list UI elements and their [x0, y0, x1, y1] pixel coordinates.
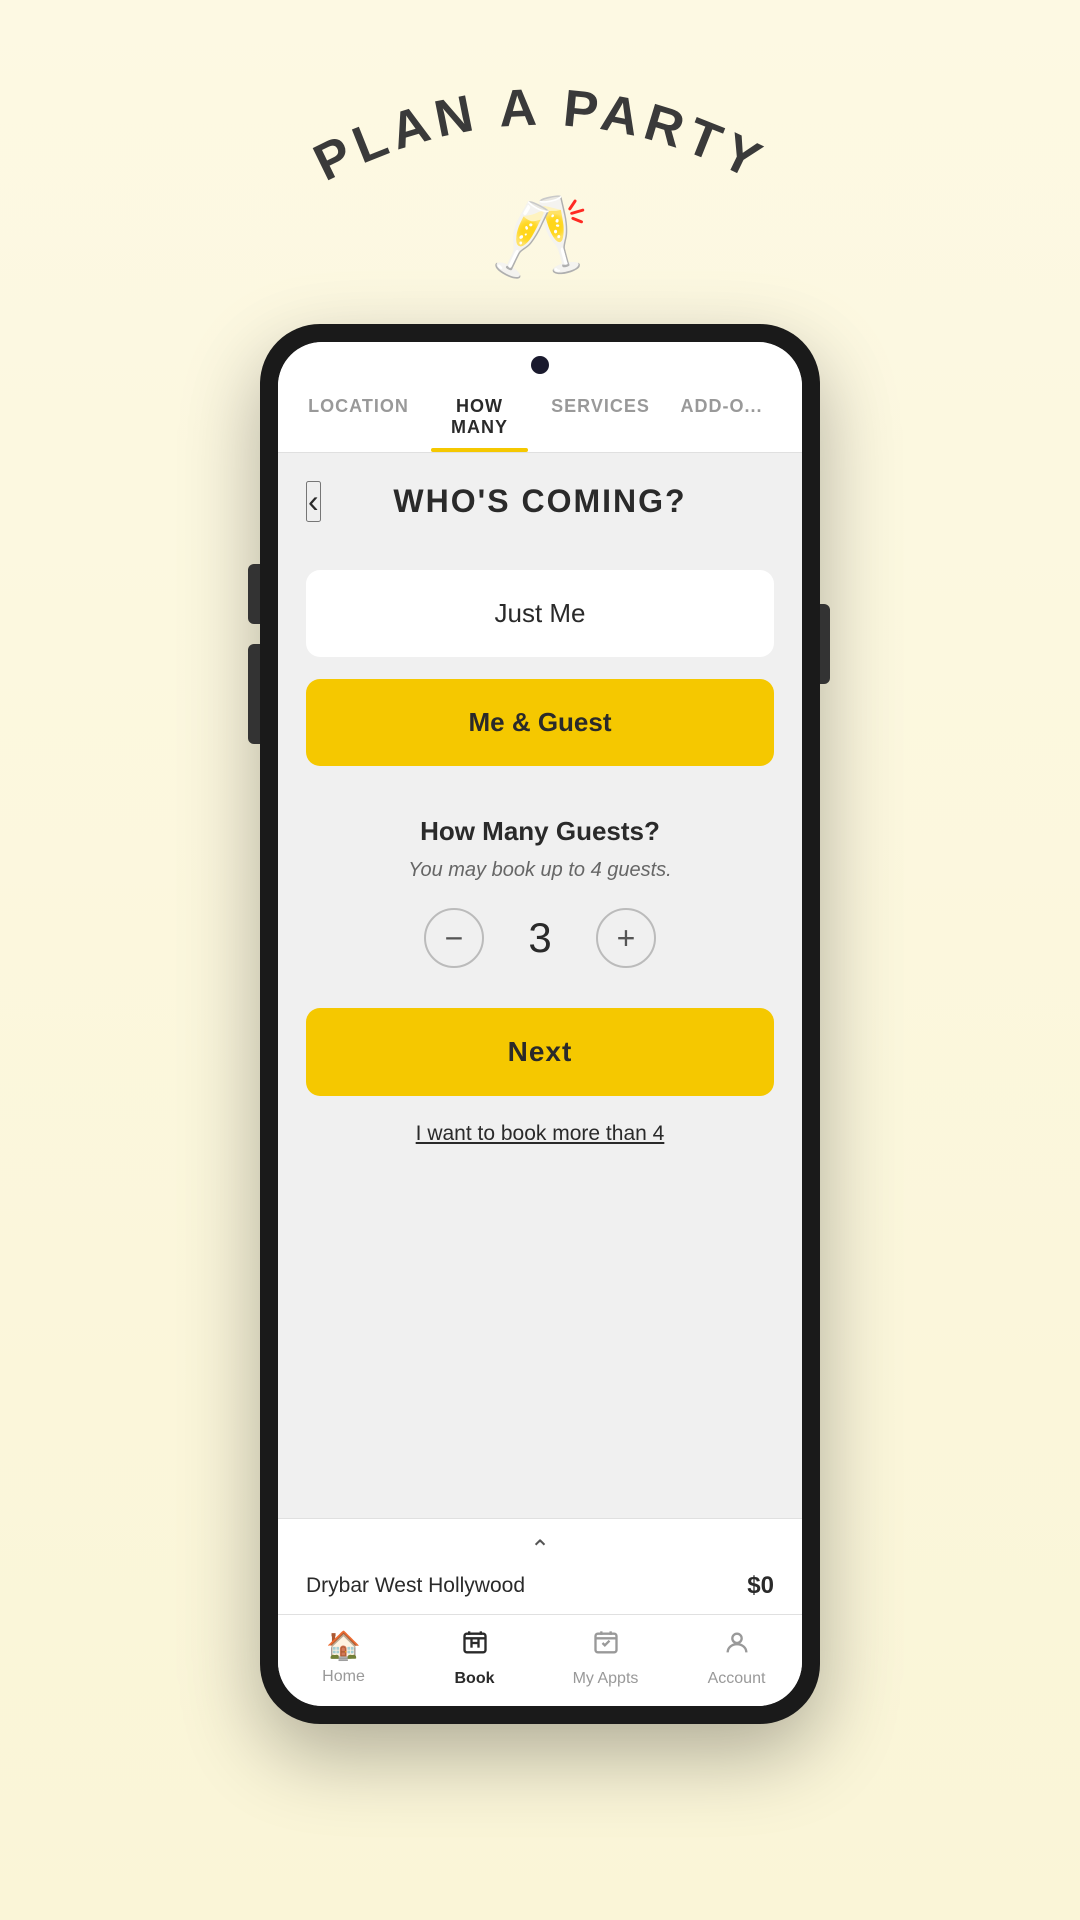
- tab-location[interactable]: LOCATION: [298, 382, 419, 452]
- nav-account-label: Account: [708, 1670, 766, 1688]
- plan-a-party-title: PLAN A PARTY: [290, 80, 790, 200]
- home-icon: 🏠: [326, 1629, 361, 1662]
- nav-book-label: Book: [455, 1670, 495, 1688]
- book-more-section: I want to book more than 4: [278, 1112, 802, 1166]
- options-area: Just Me Me & Guest: [278, 540, 802, 786]
- volume-button-2: [248, 644, 260, 744]
- next-button-area: Next: [278, 988, 802, 1112]
- camera-dot: [531, 356, 549, 374]
- top-section: PLAN A PARTY 🥂: [290, 0, 790, 284]
- nav-home-label: Home: [322, 1668, 365, 1686]
- price-display: $0: [747, 1572, 774, 1600]
- counter-row: − 3 +: [424, 908, 656, 968]
- nav-my-appts[interactable]: My Appts: [540, 1629, 671, 1688]
- account-icon: [723, 1629, 751, 1664]
- guests-title: How Many Guests?: [420, 816, 660, 847]
- guest-count: 3: [520, 914, 560, 962]
- tab-add-ons[interactable]: ADD-O...: [661, 382, 782, 452]
- tab-how-many[interactable]: HOW MANY: [419, 382, 540, 452]
- appts-icon: [592, 1629, 620, 1664]
- champagne-icon: 🥂: [490, 190, 590, 284]
- nav-account[interactable]: Account: [671, 1629, 802, 1688]
- location-name: Drybar West Hollywood: [306, 1574, 525, 1598]
- nav-home[interactable]: 🏠 Home: [278, 1629, 409, 1688]
- bottom-navigation: 🏠 Home Book: [278, 1614, 802, 1706]
- decrement-button[interactable]: −: [424, 908, 484, 968]
- back-button[interactable]: ‹: [306, 481, 321, 522]
- bottom-info-bar: ⌃ Drybar West Hollywood $0: [278, 1518, 802, 1614]
- guests-section: How Many Guests? You may book up to 4 gu…: [278, 786, 802, 988]
- volume-button-1: [248, 564, 260, 624]
- guests-subtitle: You may book up to 4 guests.: [408, 859, 672, 882]
- page-title: WHO'S COMING?: [393, 483, 686, 520]
- increment-button[interactable]: +: [596, 908, 656, 968]
- chevron-up-icon[interactable]: ⌃: [530, 1535, 550, 1564]
- tab-navigation: LOCATION HOW MANY SERVICES ADD-O...: [278, 382, 802, 453]
- tab-services[interactable]: SERVICES: [540, 382, 661, 452]
- next-button[interactable]: Next: [306, 1008, 774, 1096]
- nav-book[interactable]: Book: [409, 1629, 540, 1688]
- book-icon: [461, 1629, 489, 1664]
- screen-content: ‹ WHO'S COMING? Just Me Me & Guest How M…: [278, 453, 802, 1518]
- svg-text:PLAN A PARTY: PLAN A PARTY: [305, 80, 775, 193]
- phone-screen: LOCATION HOW MANY SERVICES ADD-O... ‹ WH…: [278, 342, 802, 1706]
- phone-frame: LOCATION HOW MANY SERVICES ADD-O... ‹ WH…: [260, 324, 820, 1724]
- content-header: ‹ WHO'S COMING?: [278, 453, 802, 540]
- location-price-row: Drybar West Hollywood $0: [306, 1572, 774, 1600]
- power-button: [820, 604, 830, 684]
- me-and-guest-option[interactable]: Me & Guest: [306, 679, 774, 766]
- book-more-link[interactable]: I want to book more than 4: [416, 1122, 665, 1145]
- just-me-option[interactable]: Just Me: [306, 570, 774, 657]
- nav-appts-label: My Appts: [573, 1670, 639, 1688]
- status-bar: [278, 342, 802, 382]
